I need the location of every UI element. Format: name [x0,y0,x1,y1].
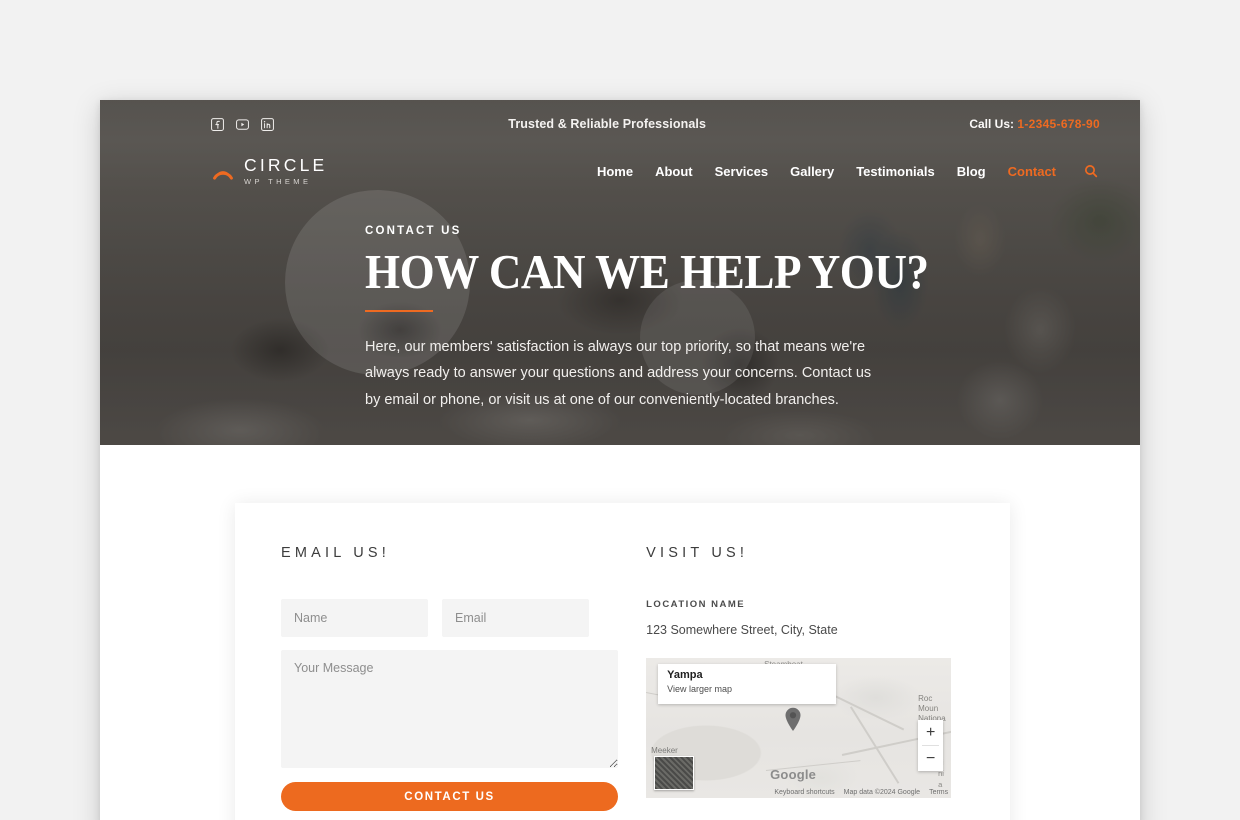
keyboard-shortcuts-link[interactable]: Keyboard shortcuts [774,789,834,796]
map-location-pin-icon[interactable] [784,706,802,732]
nav-item-home[interactable]: Home [597,164,633,179]
visit-us-column: VISIT US! LOCATION NAME 123 Somewhere St… [646,545,964,820]
nav-item-testimonials[interactable]: Testimonials [856,164,935,179]
email-us-column: EMAIL US! CONTACT US [281,545,619,820]
page-title: HOW CAN WE HELP YOU? [365,244,929,299]
search-icon[interactable] [1082,162,1100,180]
google-logo: Google [770,767,817,782]
location-name-label: LOCATION NAME [646,599,746,610]
website-page: Trusted & Reliable Professionals Call Us… [100,100,1140,820]
title-accent-rule [365,310,433,312]
nav-item-gallery[interactable]: Gallery [790,164,834,179]
map-data-notice: Map data ©2024 Google [843,789,921,796]
top-tagline: Trusted & Reliable Professionals [508,117,707,131]
visit-us-heading: VISIT US! [646,545,749,561]
nav-item-blog[interactable]: Blog [957,164,986,179]
terms-link[interactable]: Terms [929,789,948,796]
nav-item-services[interactable]: Services [715,164,769,179]
top-utility-bar: Trusted & Reliable Professionals Call Us… [100,100,1140,148]
circle-crescent-logo-icon [210,158,236,184]
message-textarea[interactable] [281,650,619,768]
phone-number-link[interactable]: 1-2345-678-90 [1017,117,1100,131]
email-us-heading: EMAIL US! [281,545,390,561]
brand-subtitle: WP THEME [244,176,312,186]
brand-wordmark: CIRCLE WP THEME [244,155,328,186]
hero-content: CONTACT US HOW CAN WE HELP YOU? Here, ou… [365,225,985,413]
screenshot-root: Trusted & Reliable Professionals Call Us… [0,0,1240,820]
map-zoom-in-button[interactable]: + [918,720,944,745]
email-input[interactable] [442,599,589,637]
hero-section: Trusted & Reliable Professionals Call Us… [100,100,1140,445]
nav-links: Home About Services Gallery Testimonials… [597,162,1100,180]
map-satellite-thumbnail[interactable] [654,756,695,790]
map-label-meeker: Meeker [651,746,678,755]
view-larger-map-link[interactable]: View larger map [667,684,827,694]
brand-logo[interactable]: CIRCLE WP THEME [210,155,328,186]
map-zoom-controls: + − [918,720,944,771]
google-map-embed[interactable]: Steamboat Meeker Roc Moun Nationa A > vi… [646,658,952,798]
map-place-title: Yampa [667,669,703,681]
map-attribution: Keyboard shortcuts Map data ©2024 Google… [774,789,948,796]
nav-item-about[interactable]: About [655,164,693,179]
nav-item-contact[interactable]: Contact [1008,164,1056,179]
main-navigation-bar: CIRCLE WP THEME Home About Services Gall… [100,148,1140,194]
contact-body: EMAIL US! CONTACT US VISIT US! LOCATION … [100,445,1140,820]
contact-us-submit-button[interactable]: CONTACT US [281,782,619,811]
location-address: 123 Somewhere Street, City, State [646,623,838,637]
map-zoom-out-button[interactable]: − [918,746,944,771]
hero-eyebrow: CONTACT US [365,225,462,237]
contact-card: EMAIL US! CONTACT US VISIT US! LOCATION … [235,503,1010,820]
facebook-icon[interactable] [210,117,225,132]
map-info-card[interactable]: Yampa View larger map [658,664,837,704]
name-input[interactable] [281,599,428,637]
brand-title: CIRCLE [244,155,328,175]
hero-paragraph: Here, our members' satisfaction is alway… [365,339,872,408]
name-email-row [281,599,618,637]
call-us-label: Call Us: [969,117,1015,131]
call-us-block: Call Us: 1-2345-678-90 [969,117,1100,131]
